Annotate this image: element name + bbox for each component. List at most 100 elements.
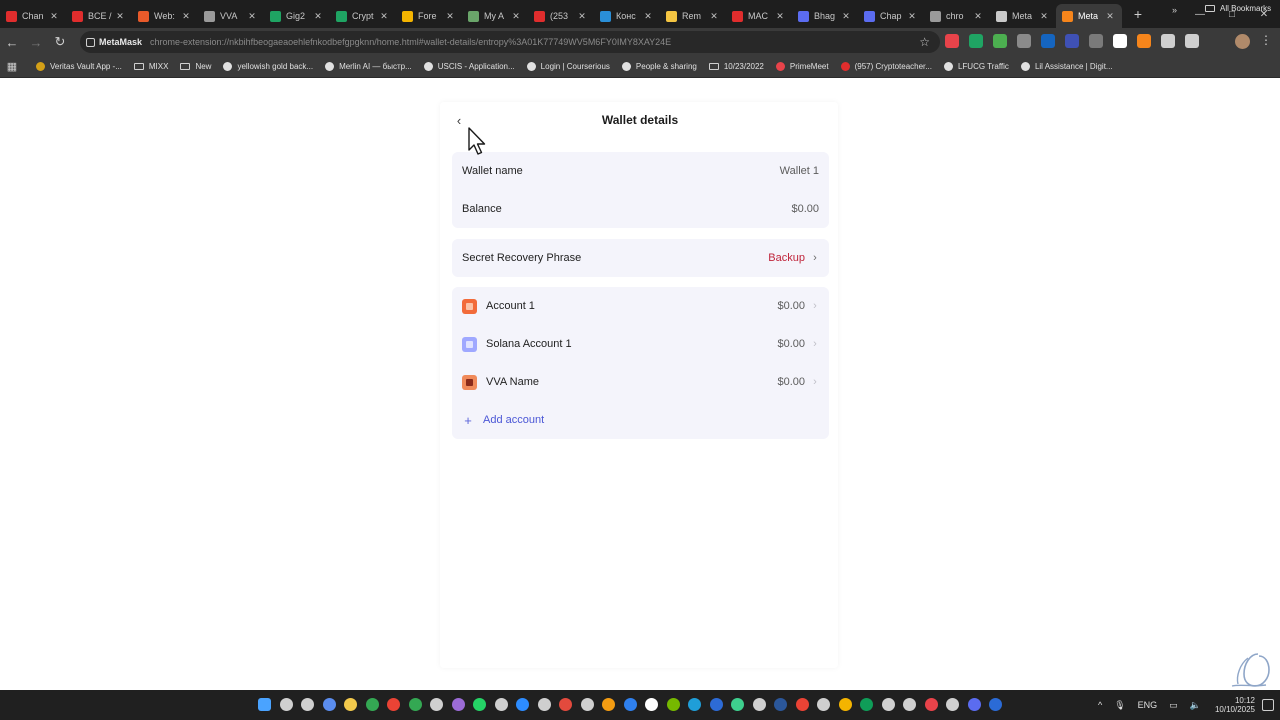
browser-menu-icon[interactable]: ⋮ xyxy=(1260,33,1272,47)
new-tab-button[interactable]: + xyxy=(1126,6,1150,22)
bookmark-item[interactable]: PrimeMeet xyxy=(775,62,829,71)
taskbar-app-icon[interactable] xyxy=(473,698,486,711)
srp-card[interactable]: Secret Recovery Phrase Backup › xyxy=(452,239,829,277)
taskbar-app-icon[interactable] xyxy=(752,698,766,711)
system-clock[interactable]: 10:12 10/10/2025 xyxy=(1205,696,1255,714)
taskbar-app-icon[interactable] xyxy=(451,698,465,711)
browser-tab[interactable]: chro ✕ xyxy=(924,4,990,28)
bookmark-item[interactable]: MIXX xyxy=(133,62,168,71)
browser-tab[interactable]: Meta ✕ xyxy=(1056,4,1122,28)
browser-extension-icon[interactable] xyxy=(1065,34,1079,48)
site-chip[interactable]: MetaMask xyxy=(86,37,150,47)
taskbar-app-icon[interactable] xyxy=(344,698,357,711)
apps-grid-icon[interactable]: ▦ xyxy=(0,60,24,73)
tray-overflow-icon[interactable]: ^ xyxy=(1098,700,1102,710)
browser-tab[interactable]: Bhag ✕ xyxy=(792,4,858,28)
taskbar-app-icon[interactable] xyxy=(645,698,658,711)
taskbar-app-icon[interactable] xyxy=(387,698,400,711)
account-row[interactable]: VVA Name $0.00 › xyxy=(452,363,829,401)
browser-extension-icon[interactable] xyxy=(1113,34,1127,48)
taskbar-app-icon[interactable] xyxy=(795,698,809,711)
taskbar-app-icon[interactable] xyxy=(860,698,873,711)
browser-tab[interactable]: Chap ✕ xyxy=(858,4,924,28)
bookmark-item[interactable]: (957) Cryptoteacher... xyxy=(840,62,932,71)
taskbar-app-icon[interactable] xyxy=(494,698,508,711)
all-bookmarks[interactable]: All Bookmarks xyxy=(1205,4,1271,13)
account-row[interactable]: Account 1 $0.00 › xyxy=(452,287,829,325)
browser-extension-icon[interactable] xyxy=(1041,34,1055,48)
taskbar-app-icon[interactable] xyxy=(559,698,572,711)
taskbar-app-icon[interactable] xyxy=(623,698,637,711)
taskbar-app-icon[interactable] xyxy=(688,698,701,711)
bookmark-item[interactable]: Merlin AI — быстр... xyxy=(325,62,412,71)
tab-close-icon[interactable]: ✕ xyxy=(510,11,522,22)
taskbar-app-icon[interactable] xyxy=(838,698,852,711)
taskbar-app-icon[interactable] xyxy=(408,698,422,711)
bookmark-item[interactable]: yellowish gold back... xyxy=(223,62,313,71)
taskbar-app-icon[interactable] xyxy=(666,698,680,711)
account-row[interactable]: Solana Account 1 $0.00 › xyxy=(452,325,829,363)
tab-close-icon[interactable]: ✕ xyxy=(444,11,456,22)
bookmark-item[interactable]: 10/23/2022 xyxy=(708,62,764,71)
taskbar-app-icon[interactable] xyxy=(279,698,293,711)
forward-nav-button[interactable]: → xyxy=(24,35,48,50)
tab-close-icon[interactable]: ✕ xyxy=(114,11,126,22)
tab-close-icon[interactable]: ✕ xyxy=(48,11,60,22)
backup-link[interactable]: Backup xyxy=(768,252,805,264)
back-arrow-icon[interactable]: ‹ xyxy=(452,113,466,129)
taskbar-app-icon[interactable] xyxy=(322,698,336,711)
browser-extension-icon[interactable] xyxy=(1161,34,1175,48)
tab-close-icon[interactable]: ✕ xyxy=(972,11,984,22)
taskbar-app-icon[interactable] xyxy=(537,698,551,711)
tab-close-icon[interactable]: ✕ xyxy=(246,11,258,22)
browser-tab[interactable]: Crypt ✕ xyxy=(330,4,396,28)
language-indicator[interactable]: ENG xyxy=(1138,700,1158,710)
taskbar-app-icon[interactable] xyxy=(301,698,314,711)
bookmark-item[interactable]: Login | Courserious xyxy=(526,62,610,71)
start-button-icon[interactable] xyxy=(258,698,271,711)
wallet-name-row[interactable]: Wallet name Wallet 1 xyxy=(452,152,829,190)
browser-extension-icon[interactable] xyxy=(1137,34,1151,48)
add-account-button[interactable]: + Add account xyxy=(452,401,829,439)
browser-extension-icon[interactable] xyxy=(1017,34,1031,48)
tab-close-icon[interactable]: ✕ xyxy=(180,11,192,22)
taskbar-app-icon[interactable] xyxy=(989,698,1002,711)
taskbar-app-icon[interactable] xyxy=(774,698,787,711)
taskbar-app-icon[interactable] xyxy=(709,698,723,711)
taskbar-app-icon[interactable] xyxy=(516,698,529,711)
reload-button[interactable]: ↻ xyxy=(48,34,72,50)
browser-extension-icon[interactable] xyxy=(969,34,983,48)
browser-tab[interactable]: Web: ✕ xyxy=(132,4,198,28)
browser-tab[interactable]: (253 ✕ xyxy=(528,4,594,28)
back-nav-button[interactable]: ← xyxy=(0,35,24,50)
tab-close-icon[interactable]: ✕ xyxy=(708,11,720,22)
browser-tab[interactable]: My A ✕ xyxy=(462,4,528,28)
browser-extension-icon[interactable] xyxy=(1185,34,1199,48)
bookmark-item[interactable]: People & sharing xyxy=(621,62,697,71)
browser-extension-icon[interactable] xyxy=(993,34,1007,48)
taskbar-app-icon[interactable] xyxy=(580,698,594,711)
tab-close-icon[interactable]: ✕ xyxy=(378,11,390,22)
taskbar-app-icon[interactable] xyxy=(817,698,830,711)
taskbar-app-icon[interactable] xyxy=(365,698,379,711)
taskbar-app-icon[interactable] xyxy=(430,698,443,711)
tab-close-icon[interactable]: ✕ xyxy=(312,11,324,22)
taskbar-app-icon[interactable] xyxy=(881,698,895,711)
notifications-icon[interactable] xyxy=(1262,699,1274,711)
microphone-icon[interactable]: 🎙 xyxy=(1114,700,1125,711)
browser-tab[interactable]: Fore ✕ xyxy=(396,4,462,28)
bookmark-item[interactable]: USCIS - Application... xyxy=(423,62,515,71)
browser-tab[interactable]: BCE / ✕ xyxy=(66,4,132,28)
browser-tab[interactable]: VVA ✕ xyxy=(198,4,264,28)
tab-close-icon[interactable]: ✕ xyxy=(642,11,654,22)
bookmark-item[interactable]: Veritas Vault App -... xyxy=(36,62,122,71)
taskbar-app-icon[interactable] xyxy=(967,698,981,711)
srp-row[interactable]: Secret Recovery Phrase Backup › xyxy=(452,239,829,277)
taskbar-app-icon[interactable] xyxy=(731,698,744,711)
bookmarks-overflow-icon[interactable]: » xyxy=(1172,5,1177,15)
tab-close-icon[interactable]: ✕ xyxy=(576,11,588,22)
volume-icon[interactable]: 🔈 xyxy=(1190,700,1201,711)
bookmark-star-icon[interactable]: ☆ xyxy=(919,35,930,49)
bookmark-item[interactable]: Lil Assistance | Digit... xyxy=(1020,62,1113,71)
browser-extension-icon[interactable] xyxy=(945,34,959,48)
